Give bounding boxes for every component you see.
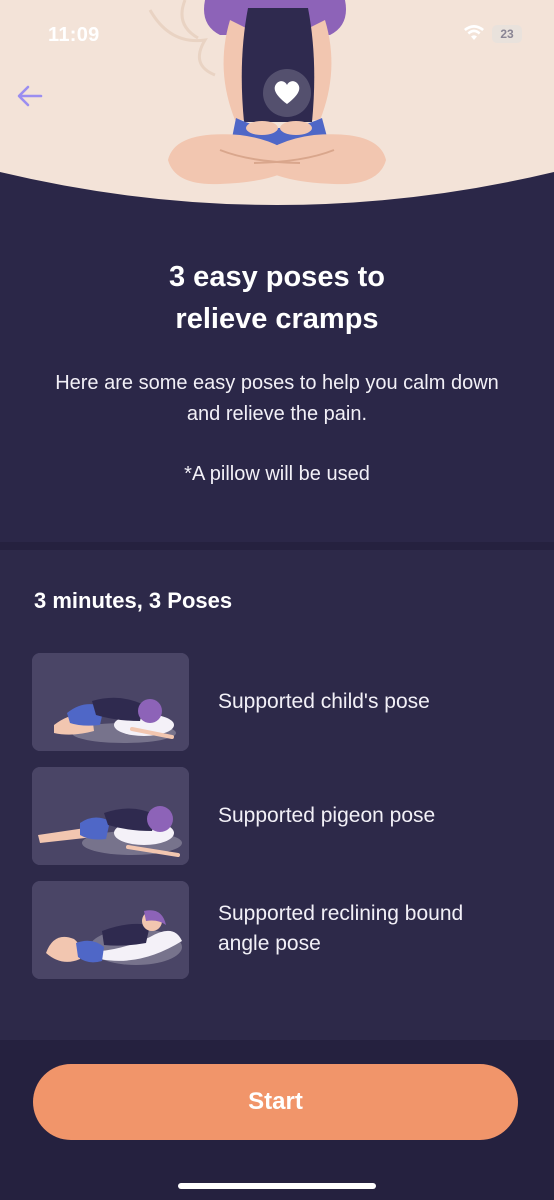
- childs-pose-image: [32, 653, 189, 751]
- pose-label: Supported pigeon pose: [218, 804, 436, 827]
- pigeon-pose-image: [32, 767, 189, 865]
- back-arrow-icon: [17, 85, 43, 107]
- back-button[interactable]: [14, 80, 46, 112]
- title-line-1: 3 easy poses to: [169, 261, 385, 293]
- page-title: 3 easy poses to relieve cramps: [0, 256, 554, 340]
- pose-item-pigeon-pose[interactable]: Supported pigeon pose: [32, 767, 522, 867]
- pose-label: Supported reclining bound angle pose: [218, 902, 464, 955]
- start-button[interactable]: Start: [33, 1064, 518, 1140]
- poses-heading: 3 minutes, 3 Poses: [34, 588, 233, 613]
- section-divider: [0, 542, 554, 550]
- wifi-icon: [463, 24, 485, 42]
- pillow-note: *A pillow will be used: [184, 463, 370, 485]
- battery-indicator: 23: [492, 25, 522, 43]
- pose-item-reclining-bound-angle-pose[interactable]: Supported reclining bound angle pose: [32, 881, 522, 981]
- reclining-bound-angle-pose-image: [32, 881, 189, 979]
- intro-description: Here are some easy poses to help you cal…: [55, 372, 499, 425]
- status-time: 11:09: [48, 24, 100, 46]
- pose-label: Supported child's pose: [218, 690, 430, 713]
- home-indicator: [178, 1183, 376, 1189]
- title-line-2: relieve cramps: [175, 303, 379, 335]
- status-bar: 11:09 23: [0, 0, 554, 60]
- pose-item-childs-pose[interactable]: Supported child's pose: [32, 653, 522, 753]
